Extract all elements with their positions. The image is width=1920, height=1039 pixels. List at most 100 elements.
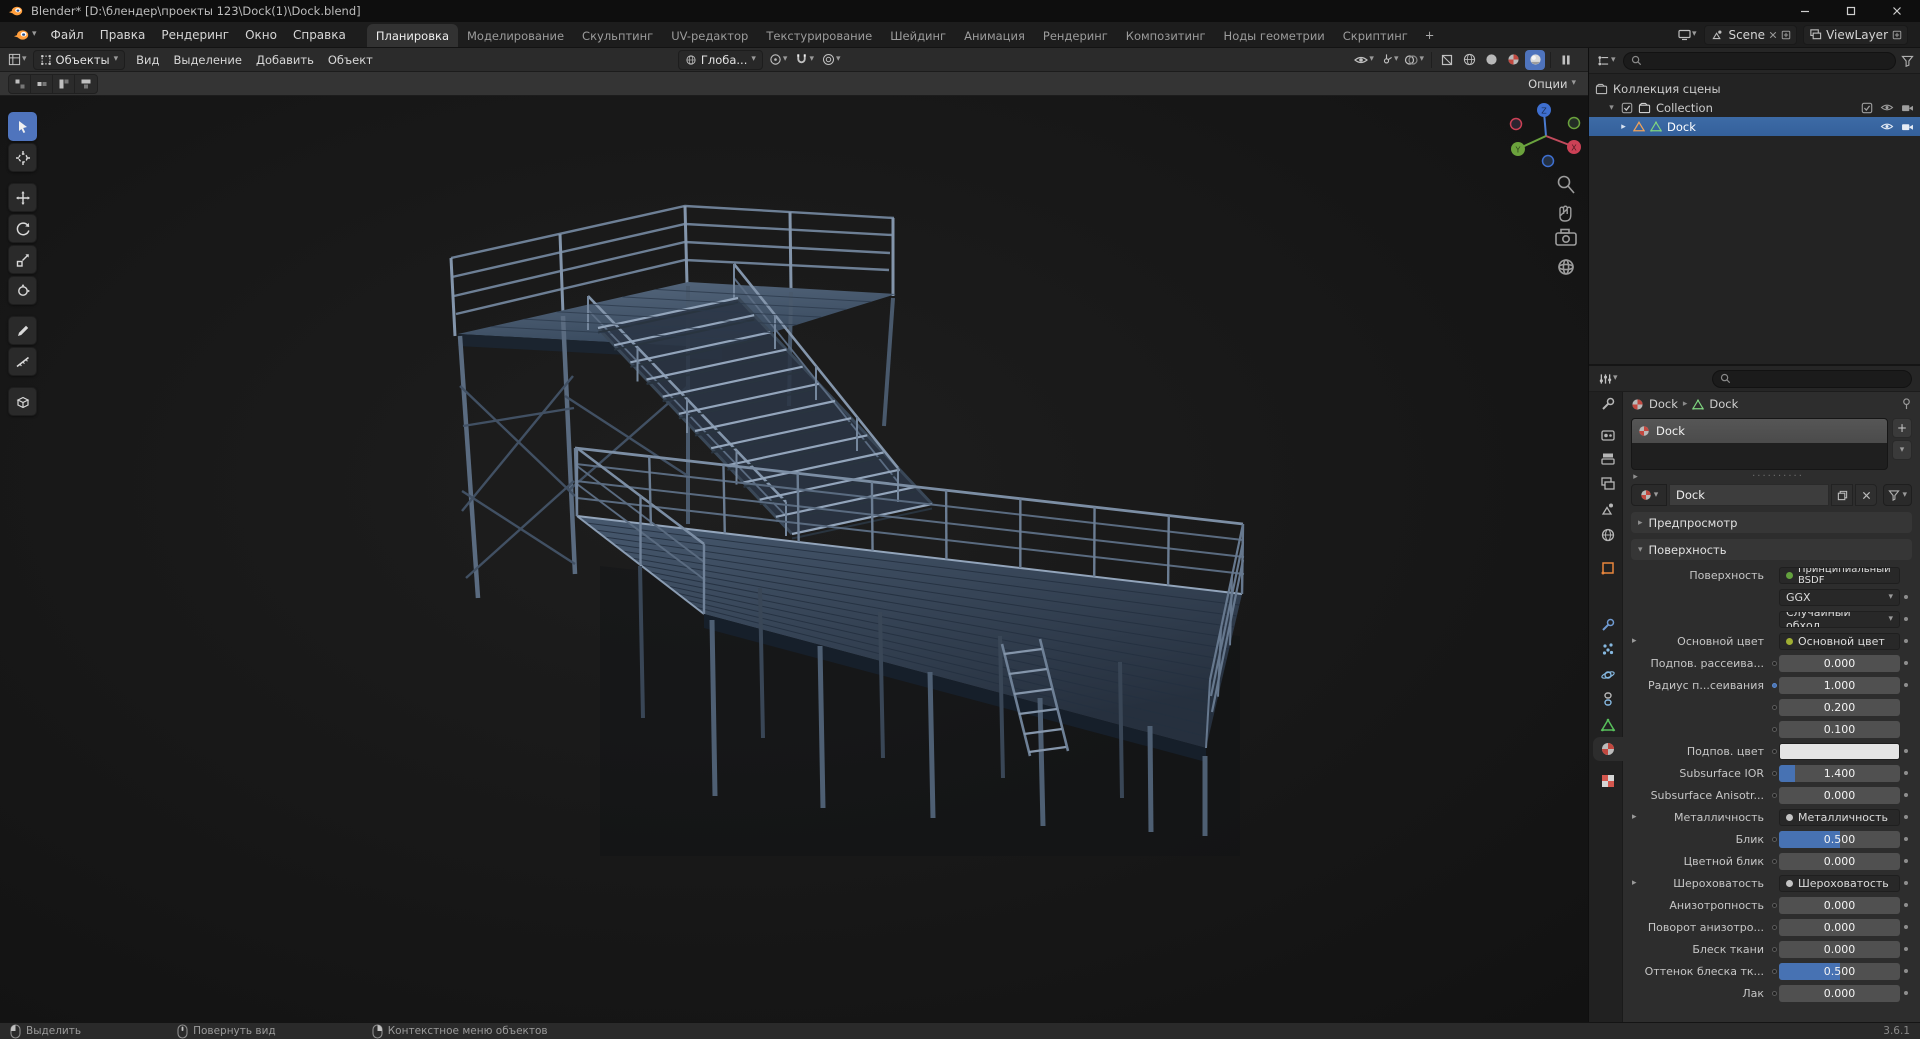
expand-caret-icon[interactable]: ▸ — [1619, 122, 1628, 132]
topbar-menu-3[interactable]: Окно — [237, 23, 285, 47]
keyframe-dot[interactable] — [1904, 991, 1908, 995]
node-input-button[interactable]: Металличность — [1779, 808, 1900, 826]
viewport-menu-3[interactable]: Объект — [321, 53, 380, 67]
tab-world[interactable] — [1593, 523, 1623, 547]
node-socket-dot[interactable] — [1771, 682, 1777, 688]
tab-physics[interactable] — [1593, 663, 1623, 687]
tool-measure[interactable] — [8, 347, 37, 376]
value-slider[interactable]: 0.000 — [1779, 940, 1900, 958]
slot-specials-button[interactable]: ▾ — [1892, 440, 1912, 460]
tool-rotate[interactable] — [8, 214, 37, 243]
value-slider[interactable]: 0.500 — [1779, 962, 1900, 980]
topbar-menu-4[interactable]: Справка — [285, 23, 354, 47]
tab-constraints[interactable] — [1593, 687, 1623, 711]
color-swatch[interactable] — [1779, 742, 1900, 760]
unlink-material-button[interactable] — [1855, 484, 1878, 506]
tool-select-box[interactable] — [8, 112, 37, 141]
value-slider[interactable]: 0.000 — [1779, 984, 1900, 1002]
value-slider[interactable]: 0.200 — [1779, 698, 1900, 716]
node-socket-dot[interactable] — [1771, 968, 1777, 974]
keyframe-dot[interactable] — [1904, 925, 1908, 929]
node-socket-dot[interactable] — [1771, 836, 1777, 842]
workspace-tab-10[interactable]: Скриптинг — [1334, 24, 1417, 48]
workspace-tab-8[interactable]: Композитинг — [1117, 24, 1215, 48]
keyframe-dot[interactable] — [1904, 793, 1908, 797]
node-socket-dot[interactable] — [1771, 660, 1777, 666]
tab-material[interactable] — [1593, 737, 1623, 761]
topbar-menu-0[interactable]: Файл — [43, 23, 92, 47]
tab-texture[interactable] — [1593, 769, 1623, 793]
keyframe-dot[interactable] — [1904, 595, 1908, 599]
surface-panel-header[interactable]: ▾ Поверхность — [1631, 539, 1912, 560]
enum-dropdown[interactable]: Случайный обход ▾ — [1779, 610, 1900, 628]
minimize-button[interactable] — [1782, 0, 1828, 22]
render-visibility-camera-icon[interactable] — [1901, 103, 1914, 113]
keyframe-dot[interactable] — [1904, 617, 1908, 621]
collapse-caret-icon[interactable]: ▸ — [1632, 812, 1637, 822]
workspace-tab-7[interactable]: Рендеринг — [1034, 24, 1117, 48]
tool-transform[interactable] — [8, 276, 37, 305]
shading-wireframe-button[interactable] — [1459, 50, 1479, 70]
breadcrumb-object[interactable]: Dock — [1649, 397, 1678, 411]
blender-menu-button[interactable]: ▾ — [8, 29, 42, 41]
render-visibility-camera-icon[interactable] — [1901, 122, 1914, 132]
tab-modifiers[interactable] — [1593, 613, 1623, 637]
node-input-button[interactable]: Основной цвет — [1779, 632, 1900, 650]
node-socket-dot[interactable] — [1771, 990, 1777, 996]
nodes-options-button[interactable]: ▾ — [1883, 484, 1912, 506]
node-socket-dot[interactable] — [1771, 946, 1777, 952]
workspace-tab-1[interactable]: Моделирование — [458, 24, 573, 48]
value-slider[interactable]: 0.000 — [1779, 852, 1900, 870]
overlays-dropdown[interactable]: ▾ — [1402, 50, 1426, 70]
workspace-tab-4[interactable]: Текстурирование — [757, 24, 881, 48]
view-layer-selector[interactable]: ViewLayer — [1803, 24, 1908, 45]
breadcrumb-data[interactable]: Dock — [1709, 397, 1738, 411]
mode-dropdown[interactable]: Объекты ▾ — [32, 49, 126, 70]
tool-move[interactable] — [8, 183, 37, 212]
node-input-button[interactable]: Шероховатость — [1779, 874, 1900, 892]
expand-caret-icon[interactable]: ▸ — [1631, 472, 1640, 482]
workspace-tab-0[interactable]: Планировка — [366, 23, 458, 47]
value-slider[interactable]: 0.000 — [1779, 896, 1900, 914]
outliner-search-input[interactable] — [1622, 51, 1896, 70]
keyframe-dot[interactable] — [1904, 661, 1908, 665]
shading-solid-button[interactable] — [1481, 50, 1501, 70]
outliner-row-dock[interactable]: ▸ Dock — [1589, 117, 1920, 136]
scene-selector[interactable]: Scene — [1704, 24, 1798, 45]
viewport-menu-2[interactable]: Добавить — [249, 53, 321, 67]
options-dropdown[interactable]: Опции ▾ — [1528, 77, 1580, 91]
collapse-caret-icon[interactable]: ▸ — [1632, 878, 1637, 888]
workspace-tab-9[interactable]: Ноды геометрии — [1215, 24, 1334, 48]
outliner-editor-type-button[interactable]: ▾ — [1595, 51, 1618, 71]
shading-material-button[interactable] — [1503, 50, 1523, 70]
add-workspace-button[interactable]: + — [1418, 23, 1442, 47]
keyframe-dot[interactable] — [1904, 639, 1908, 643]
node-socket-dot[interactable] — [1771, 770, 1777, 776]
keyframe-dot[interactable] — [1904, 771, 1908, 775]
expand-caret-icon[interactable]: ▾ — [1607, 103, 1616, 113]
x-ray-toggle[interactable] — [1437, 50, 1457, 70]
properties-editor-type-button[interactable]: ▾ — [1597, 369, 1620, 389]
keyframe-dot[interactable] — [1904, 683, 1908, 687]
tool-annotate[interactable] — [8, 316, 37, 345]
tool-add-cube[interactable] — [8, 387, 37, 416]
tab-tool[interactable] — [1593, 392, 1623, 416]
tab-scene[interactable] — [1593, 497, 1623, 521]
tab-view-layer[interactable] — [1593, 472, 1623, 496]
keyframe-dot[interactable] — [1904, 815, 1908, 819]
tool-cursor[interactable] — [8, 143, 37, 172]
node-socket-dot[interactable] — [1771, 792, 1777, 798]
orientation-dropdown[interactable]: Глоба... ▾ — [677, 49, 763, 70]
outliner-row-collection[interactable]: ▾ Collection — [1589, 98, 1920, 117]
snap-toggle[interactable]: ▾ — [793, 50, 816, 70]
value-slider[interactable]: 1.000 — [1779, 676, 1900, 694]
value-slider[interactable]: 1.400 — [1779, 764, 1900, 782]
node-socket-dot[interactable] — [1771, 924, 1777, 930]
tab-particles[interactable] — [1593, 637, 1623, 661]
enum-dropdown[interactable]: GGX ▾ — [1779, 588, 1900, 606]
viewport-3d[interactable]: Z X Y — [0, 96, 1588, 1022]
tab-object[interactable] — [1593, 556, 1623, 580]
close-button[interactable] — [1874, 0, 1920, 22]
eye-icon[interactable] — [1880, 102, 1894, 113]
new-scene-icon[interactable] — [1781, 30, 1791, 40]
